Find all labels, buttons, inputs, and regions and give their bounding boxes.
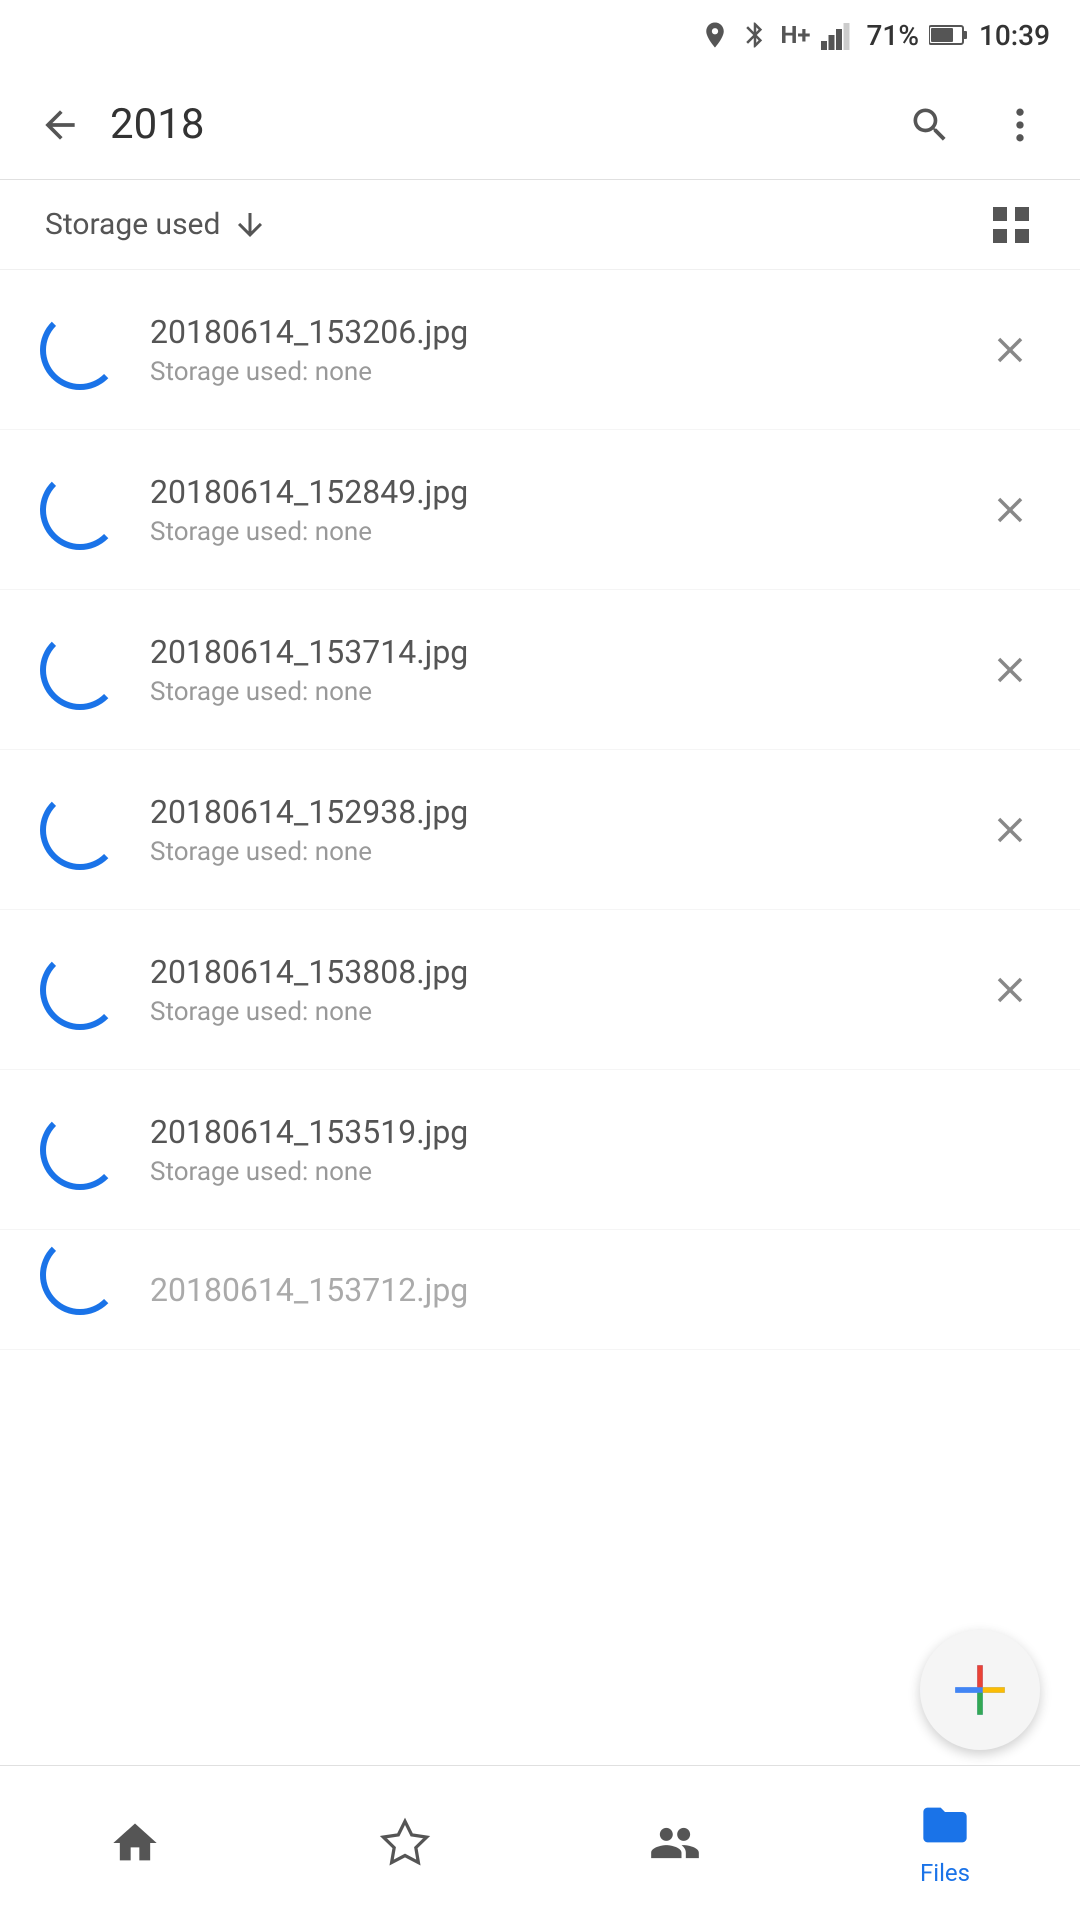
signal-icon [821, 20, 857, 50]
list-item[interactable]: 20180614_153519.jpg Storage used: none [0, 1070, 1080, 1230]
nav-item-files[interactable]: Files [810, 1783, 1080, 1903]
bottom-nav: Files [0, 1765, 1080, 1920]
back-button[interactable] [30, 95, 90, 155]
file-info: 20180614_153808.jpg Storage used: none [120, 953, 980, 1027]
status-icons: H+ 71% 10:39 [700, 19, 1050, 52]
file-meta: Storage used: none [150, 677, 950, 707]
bluetooth-icon [740, 20, 770, 50]
list-item[interactable]: 20180614_153712.jpg [0, 1230, 1080, 1350]
nav-item-shared[interactable] [540, 1801, 810, 1885]
gps-icon [700, 20, 730, 50]
nav-label-files: Files [920, 1859, 970, 1887]
list-item[interactable]: 20180614_153714.jpg Storage used: none [0, 590, 1080, 750]
loading-spinner [40, 310, 120, 390]
file-info: 20180614_153206.jpg Storage used: none [120, 313, 980, 387]
star-icon [379, 1817, 431, 1869]
file-info: 20180614_153712.jpg [120, 1271, 1040, 1309]
remove-button[interactable] [980, 480, 1040, 540]
file-meta: Storage used: none [150, 837, 950, 867]
people-icon [649, 1817, 701, 1869]
file-name: 20180614_152849.jpg [150, 473, 950, 511]
list-item[interactable]: 20180614_153808.jpg Storage used: none [0, 910, 1080, 1070]
file-info: 20180614_152849.jpg Storage used: none [120, 473, 980, 547]
list-item[interactable]: 20180614_152849.jpg Storage used: none [0, 430, 1080, 590]
file-meta: Storage used: none [150, 997, 950, 1027]
loading-spinner [40, 1110, 120, 1190]
fab-add-button[interactable] [920, 1630, 1040, 1750]
grid-icon [987, 201, 1035, 249]
status-time: 10:39 [979, 19, 1050, 52]
file-info: 20180614_153714.jpg Storage used: none [120, 633, 980, 707]
files-icon [919, 1799, 971, 1851]
page-title: 2018 [110, 100, 880, 149]
app-bar: 2018 [0, 70, 1080, 180]
file-name: 20180614_153808.jpg [150, 953, 950, 991]
file-info: 20180614_152938.jpg Storage used: none [120, 793, 980, 867]
list-item[interactable]: 20180614_152938.jpg Storage used: none [0, 750, 1080, 910]
sort-label-text: Storage used [45, 207, 220, 242]
sort-bar: Storage used [0, 180, 1080, 270]
file-name: 20180614_153206.jpg [150, 313, 950, 351]
nav-item-starred[interactable] [270, 1801, 540, 1885]
loading-spinner [40, 630, 120, 710]
remove-button[interactable] [980, 320, 1040, 380]
remove-button[interactable] [980, 960, 1040, 1020]
loading-spinner [40, 790, 120, 870]
file-name: 20180614_153714.jpg [150, 633, 950, 671]
more-options-button[interactable] [990, 95, 1050, 155]
file-name: 20180614_152938.jpg [150, 793, 950, 831]
loading-spinner [40, 470, 120, 550]
remove-button[interactable] [980, 800, 1040, 860]
battery-icon [929, 20, 969, 50]
file-name: 20180614_153712.jpg [150, 1271, 1010, 1309]
sort-down-icon [232, 207, 268, 243]
nav-item-home[interactable] [0, 1801, 270, 1885]
file-meta: Storage used: none [150, 1157, 950, 1187]
file-meta: Storage used: none [150, 517, 950, 547]
home-icon [109, 1817, 161, 1869]
sort-button[interactable]: Storage used [45, 207, 268, 243]
search-button[interactable] [900, 95, 960, 155]
file-name: 20180614_153519.jpg [150, 1113, 950, 1151]
network-type-icon: H+ [780, 21, 810, 49]
app-bar-actions [900, 95, 1050, 155]
loading-spinner [40, 1235, 120, 1315]
file-info: 20180614_153519.jpg Storage used: none [120, 1113, 980, 1187]
grid-view-button[interactable] [987, 201, 1035, 249]
battery-percentage: 71% [867, 19, 919, 52]
list-item[interactable]: 20180614_153206.jpg Storage used: none [0, 270, 1080, 430]
status-bar: H+ 71% 10:39 [0, 0, 1080, 70]
file-meta: Storage used: none [150, 357, 950, 387]
remove-button[interactable] [980, 640, 1040, 700]
loading-spinner [40, 950, 120, 1030]
file-list: 20180614_153206.jpg Storage used: none 2… [0, 270, 1080, 1350]
